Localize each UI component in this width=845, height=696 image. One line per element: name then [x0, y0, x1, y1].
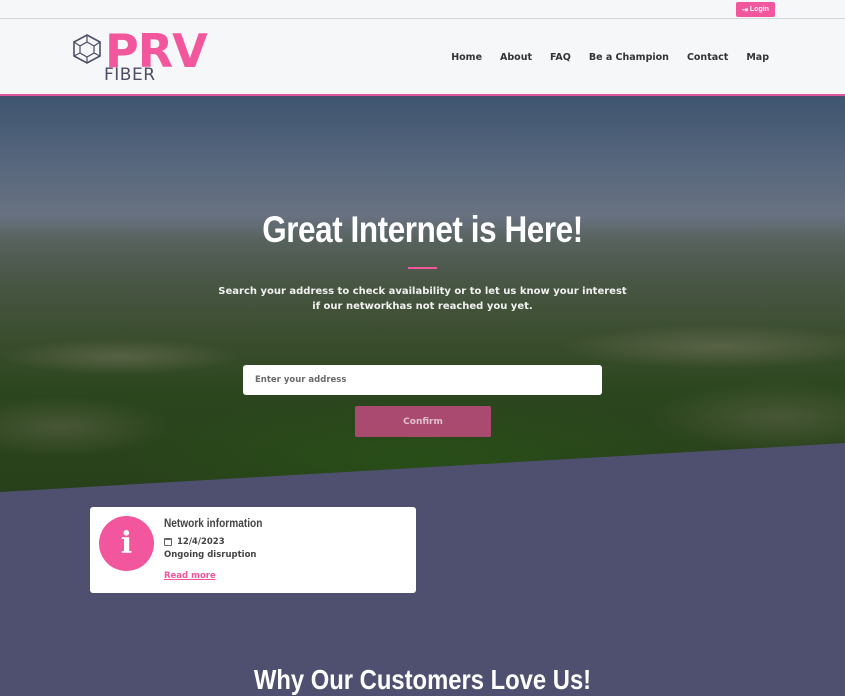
site-header: PRV FIBER Home About FAQ Be a Champion C…: [0, 19, 845, 96]
login-button[interactable]: ⇥ Login: [736, 2, 775, 17]
nav-faq[interactable]: FAQ: [550, 52, 571, 63]
confirm-button[interactable]: Confirm: [355, 406, 491, 437]
notice-status: Ongoing disruption: [164, 550, 257, 560]
logo[interactable]: PRV FIBER: [71, 24, 221, 86]
notice-date-row: 12/4/2023: [164, 537, 225, 547]
title-divider: [408, 267, 437, 269]
nav-map[interactable]: Map: [746, 52, 769, 63]
brand-sub: FIBER: [104, 65, 156, 85]
top-bar: ⇥ Login: [0, 0, 845, 19]
info-icon: i: [99, 516, 154, 571]
section-title: Why Our Customers Love Us!: [253, 664, 592, 695]
sign-in-icon: ⇥: [742, 6, 748, 14]
nav-home[interactable]: Home: [451, 52, 482, 63]
calendar-icon: [164, 538, 172, 546]
login-label: Login: [749, 6, 769, 13]
nav-contact[interactable]: Contact: [687, 52, 728, 63]
hero-subtitle-line2: if our networkhas not reached you yet.: [312, 301, 533, 312]
nav-about[interactable]: About: [500, 52, 532, 63]
network-notice-card: i Network information 12/4/2023 Ongoing …: [90, 507, 416, 593]
notice-date: 12/4/2023: [177, 537, 225, 547]
hero-title: Great Internet is Here!: [262, 209, 583, 250]
nav-be-a-champion[interactable]: Be a Champion: [589, 52, 669, 63]
main-nav: Home About FAQ Be a Champion Contact Map: [451, 52, 769, 63]
notice-title: Network information: [164, 518, 263, 530]
hero-subtitle-line1: Search your address to check availabilit…: [218, 286, 627, 297]
read-more-link[interactable]: Read more: [164, 571, 216, 581]
cube-icon: [73, 34, 101, 64]
address-input[interactable]: [243, 365, 602, 395]
hero-subtitle: Search your address to check availabilit…: [0, 284, 845, 314]
hero-section: Great Internet is Here! Search your addr…: [0, 97, 845, 492]
